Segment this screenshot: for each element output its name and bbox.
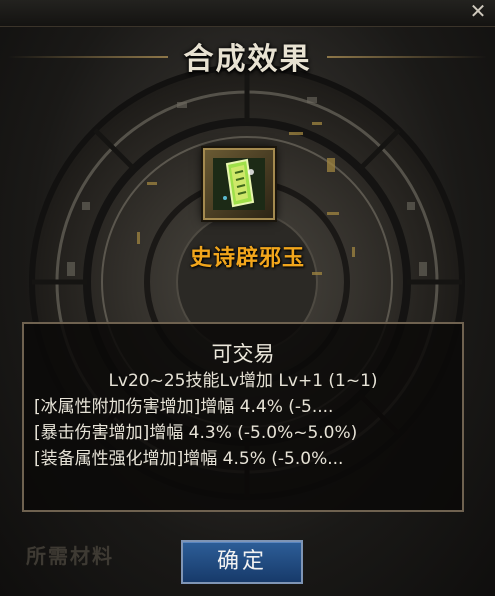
synthesis-result-window: ✕ 合成效果 史诗辟邪玉 可交易 Lv20~25技能Lv增加 Lv+1 (1~1… bbox=[0, 0, 495, 596]
required-materials-label: 所需材料 bbox=[26, 544, 114, 568]
confirm-button[interactable]: 确定 bbox=[181, 540, 303, 584]
tradeable-label: 可交易 bbox=[211, 342, 275, 366]
item-stats-panel: 可交易 Lv20~25技能Lv增加 Lv+1 (1~1) [冰属性附加伤害增加]… bbox=[22, 322, 464, 512]
close-icon[interactable]: ✕ bbox=[467, 0, 489, 22]
result-item-slot[interactable] bbox=[203, 148, 275, 220]
stat-line: [暴击伤害增加]增幅 4.3% (-5.0%~5.0%) bbox=[34, 423, 358, 443]
title-bar: ✕ bbox=[0, 0, 495, 27]
stat-line: [冰属性附加伤害增加]增幅 4.4% (-5.... bbox=[34, 397, 334, 417]
page-title: 合成效果 bbox=[183, 42, 312, 77]
jade-charm-icon bbox=[213, 158, 265, 210]
stat-line: Lv20~25技能Lv增加 Lv+1 (1~1) bbox=[108, 371, 378, 391]
title-area: 合成效果 bbox=[0, 34, 495, 78]
item-name: 史诗辟邪玉 bbox=[189, 246, 305, 271]
stat-line: [装备属性强化增加]增幅 4.5% (-5.0%... bbox=[34, 449, 344, 469]
